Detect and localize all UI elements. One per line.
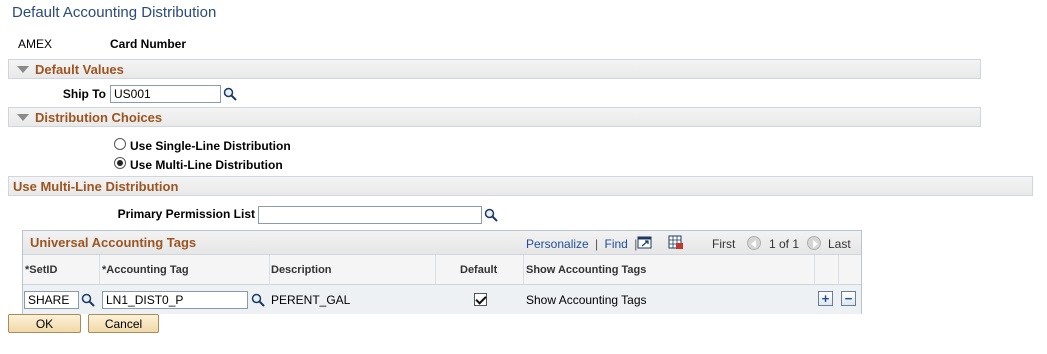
universal-accounting-tags-grid: Universal Accounting Tags Personalize | … (22, 230, 862, 314)
magnifier-icon[interactable] (251, 293, 265, 307)
next-row-icon[interactable] (807, 236, 821, 250)
column-header-accounting-tag[interactable]: *Accounting Tag (102, 264, 189, 276)
column-header-show-tags: Show Accounting Tags (526, 264, 647, 276)
single-line-radio-label: Use Single-Line Distribution (130, 139, 291, 153)
magnifier-icon[interactable] (484, 208, 498, 222)
first-label: First (712, 237, 736, 251)
add-row-button[interactable]: + (818, 291, 833, 306)
delete-row-button[interactable]: − (841, 291, 856, 306)
nav-separator: | (595, 237, 599, 251)
show-accounting-tags-link[interactable]: Show Accounting Tags (526, 293, 647, 307)
distribution-choices-section-label: Distribution Choices (35, 109, 163, 125)
default-values-section-label: Default Values (35, 61, 124, 77)
collapse-triangle-icon[interactable] (17, 65, 29, 73)
last-label: Last (828, 237, 851, 251)
table-row: PERENT_GAL Show Accounting Tags + − (23, 285, 861, 314)
ship-to-input[interactable] (110, 85, 221, 103)
find-link[interactable]: Find (605, 237, 628, 251)
personalize-link[interactable]: Personalize (526, 237, 589, 251)
multi-line-radio-label: Use Multi-Line Distribution (130, 158, 283, 172)
default-checkbox[interactable] (474, 293, 487, 306)
multi-line-section-header: Use Multi-Line Distribution (8, 176, 1033, 196)
multi-line-radio[interactable] (114, 157, 126, 169)
ship-to-label: Ship To (62, 87, 106, 101)
download-grid-icon[interactable] (668, 235, 684, 250)
cancel-button[interactable]: Cancel (88, 314, 159, 333)
setid-input[interactable] (24, 291, 79, 309)
grid-title: Universal Accounting Tags (30, 235, 197, 250)
column-header-default[interactable]: Default (460, 264, 497, 276)
default-values-section-header[interactable]: Default Values (8, 59, 981, 79)
primary-permission-input[interactable] (258, 206, 482, 224)
collapse-triangle-icon[interactable] (17, 113, 29, 121)
page-title: Default Accounting Distribution (12, 4, 217, 21)
grid-header: Universal Accounting Tags Personalize | … (23, 231, 861, 255)
primary-permission-label: Primary Permission List (117, 207, 255, 221)
accounting-tag-input[interactable] (102, 291, 248, 309)
grid-column-headers: *SetID *Accounting Tag Description Defau… (23, 255, 861, 285)
pagination-text: 1 of 1 (769, 237, 800, 251)
magnifier-icon[interactable] (81, 293, 95, 307)
card-type: AMEX (18, 37, 53, 51)
description-cell: PERENT_GAL (271, 293, 351, 307)
multi-line-section-label: Use Multi-Line Distribution (13, 178, 179, 194)
previous-row-icon[interactable] (747, 236, 761, 250)
single-line-radio[interactable] (114, 138, 126, 150)
ok-button[interactable]: OK (8, 314, 81, 333)
column-header-description[interactable]: Description (271, 264, 332, 276)
zoom-window-icon[interactable] (637, 235, 653, 249)
magnifier-icon[interactable] (223, 87, 237, 101)
column-header-setid[interactable]: *SetID (25, 264, 57, 276)
card-number-label: Card Number (110, 37, 187, 51)
distribution-choices-section-header[interactable]: Distribution Choices (8, 107, 981, 127)
